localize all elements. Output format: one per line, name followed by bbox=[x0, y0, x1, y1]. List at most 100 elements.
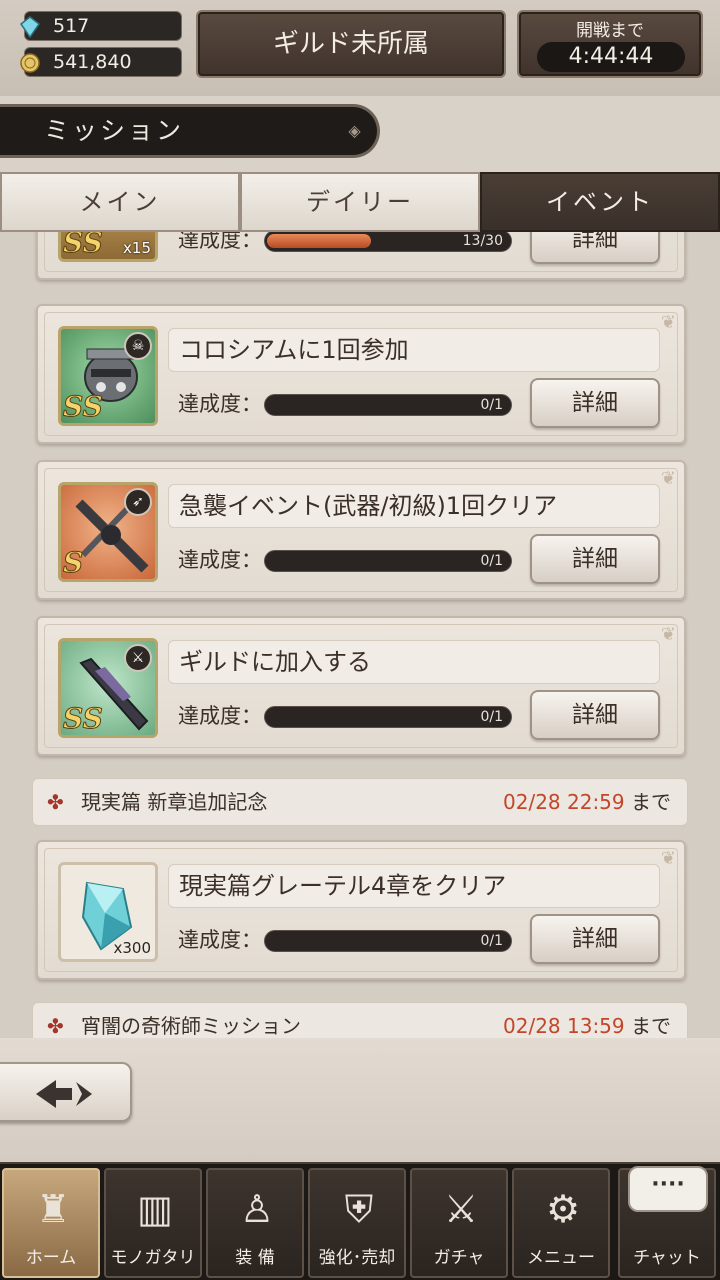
book-icon: ▥ bbox=[137, 1187, 173, 1231]
mission-title: コロシアムに1回参加 bbox=[168, 328, 660, 372]
timer-label: 開戦まで bbox=[576, 21, 644, 41]
mission-title: 現実篇グレーテル4章をクリア bbox=[168, 864, 660, 908]
event-name: 宵闇の奇術師ミッション bbox=[81, 1014, 301, 1038]
progress-bar: 0/1 bbox=[264, 930, 512, 952]
puppet-icon: ♙ bbox=[239, 1187, 275, 1231]
event-date: 02/28 13:59 bbox=[503, 1014, 625, 1038]
tab-event[interactable]: イベント bbox=[480, 172, 720, 232]
gem-icon bbox=[19, 16, 41, 38]
clover-icon: ✤ bbox=[47, 1014, 64, 1038]
tab-daily[interactable]: デイリー bbox=[240, 172, 480, 232]
chat-bubble-icon[interactable]: ···· bbox=[628, 1166, 708, 1212]
reward-thumbnail[interactable]: ⚔ SS bbox=[58, 638, 158, 738]
event-deadline: 02/28 22:59 まで bbox=[503, 779, 671, 825]
gem-count: 517 bbox=[53, 15, 90, 37]
page-title: ミッション bbox=[44, 116, 185, 145]
progress-label: 達成度： bbox=[178, 232, 262, 252]
nav-label: ホーム bbox=[25, 1248, 77, 1268]
clover-icon: ✤ bbox=[47, 790, 64, 814]
progress-bar: 13/30 bbox=[264, 232, 512, 252]
corner-ornament-icon: ❦ bbox=[660, 468, 676, 489]
progress-fill bbox=[267, 234, 372, 248]
sort-icon[interactable]: ◈ bbox=[343, 117, 369, 145]
detail-button[interactable]: 詳細 bbox=[530, 690, 660, 740]
nav-item-menu[interactable]: ⚙ メニュー bbox=[512, 1168, 610, 1278]
mission-title-bar: ミッション ◈ bbox=[0, 104, 380, 158]
progress-label: 達成度： bbox=[178, 928, 262, 952]
event-header: ✤ 宵闇の奇術師ミッション 02/28 13:59 まで bbox=[32, 1002, 688, 1038]
castle-icon: ♜ bbox=[35, 1187, 71, 1231]
rank-label: SS bbox=[63, 232, 104, 259]
nav-item-equip[interactable]: ♙ 装 備 bbox=[206, 1168, 304, 1278]
progress-label: 達成度： bbox=[178, 392, 262, 416]
progress-bar: 0/1 bbox=[264, 550, 512, 572]
nav-item-story[interactable]: ▥ モノガタリ bbox=[104, 1168, 202, 1278]
mission-card: SS x15 達成度： 13/30 詳細 bbox=[36, 232, 686, 280]
nav-label: モノガタリ bbox=[110, 1248, 196, 1268]
battle-timer: 開戦まで 4:44:44 bbox=[517, 10, 703, 78]
skull-icon: ☠ bbox=[124, 332, 152, 360]
corner-ornament-icon: ❦ bbox=[660, 312, 676, 333]
reward-quantity: x15 bbox=[123, 239, 151, 257]
coin-counter: 541,840 bbox=[20, 47, 182, 77]
progress-text: 0/1 bbox=[480, 709, 503, 725]
mission-card: ❦ ⚔ SS ギルドに加入する 達成度： 0/1 詳細 bbox=[36, 616, 686, 756]
progress-bar: 0/1 bbox=[264, 706, 512, 728]
nav-item-gacha[interactable]: ⚔ ガチャ bbox=[410, 1168, 508, 1278]
progress-text: 0/1 bbox=[480, 933, 503, 949]
reward-thumbnail[interactable]: SS x15 bbox=[58, 232, 158, 262]
mission-title: 急襲イベント(武器/初級)1回クリア bbox=[168, 484, 660, 528]
event-header: ✤ 現実篇 新章追加記念 02/28 22:59 まで bbox=[32, 778, 688, 826]
reward-thumbnail[interactable]: ☠ SS bbox=[58, 326, 158, 426]
rank-label: SS bbox=[63, 390, 104, 424]
crossed-swords-icon: ⚔ bbox=[443, 1187, 479, 1231]
progress-text: 0/1 bbox=[480, 553, 503, 569]
event-until: まで bbox=[631, 1014, 671, 1038]
reward-quantity: x300 bbox=[113, 939, 151, 957]
guild-button[interactable]: ギルド未所属 bbox=[196, 10, 506, 78]
gear-icon: ⚙ bbox=[545, 1187, 581, 1231]
detail-button[interactable]: 詳細 bbox=[530, 378, 660, 428]
progress-bar: 0/1 bbox=[264, 394, 512, 416]
mission-card: ❦ ☠ SS コロシアムに1回参加 達成度： 0/1 詳細 bbox=[36, 304, 686, 444]
progress-label: 達成度： bbox=[178, 704, 262, 728]
detail-button[interactable]: 詳細 bbox=[530, 232, 660, 264]
back-button[interactable] bbox=[0, 1062, 132, 1122]
coin-icon bbox=[20, 53, 40, 73]
gem-counter: 517 bbox=[19, 11, 182, 41]
sword-icon: ⚔ bbox=[124, 644, 152, 672]
reward-thumbnail[interactable]: x300 bbox=[58, 862, 158, 962]
nav-label: ガチャ bbox=[433, 1248, 485, 1268]
event-deadline: 02/28 13:59 まで bbox=[503, 1003, 671, 1038]
rank-label: S bbox=[62, 546, 84, 580]
rank-label: SS bbox=[63, 702, 104, 736]
progress-label: 達成度： bbox=[178, 548, 262, 572]
nav-item-home[interactable]: ♜ ホーム bbox=[2, 1168, 100, 1278]
timer-value: 4:44:44 bbox=[537, 42, 685, 72]
event-name: 現実篇 新章追加記念 bbox=[81, 790, 268, 814]
nav-item-upgrade[interactable]: ⛨ 強化･売却 bbox=[308, 1168, 406, 1278]
nav-label: チャット bbox=[633, 1248, 701, 1268]
nav-label: 強化･売却 bbox=[318, 1248, 396, 1268]
event-until: まで bbox=[631, 790, 671, 814]
corner-ornament-icon: ❦ bbox=[660, 848, 676, 869]
mission-card: ❦ ➶ S 急襲イベント(武器/初級)1回クリア 達成度： 0/1 詳細 bbox=[36, 460, 686, 600]
progress-text: 13/30 bbox=[462, 233, 503, 249]
helmet-icon: ⛨ bbox=[344, 1187, 374, 1231]
coin-count: 541,840 bbox=[53, 51, 132, 73]
detail-button[interactable]: 詳細 bbox=[530, 534, 660, 584]
nav-label: メニュー bbox=[527, 1248, 595, 1268]
detail-button[interactable]: 詳細 bbox=[530, 914, 660, 964]
reward-thumbnail[interactable]: ➶ S bbox=[58, 482, 158, 582]
mission-list[interactable]: SS x15 達成度： 13/30 詳細 ❦ ☠ SS コロシアムに1回参加 達… bbox=[0, 232, 720, 1038]
event-date: 02/28 22:59 bbox=[503, 790, 625, 814]
status-bar: 517 541,840 ギルド未所属 開戦まで 4:44:44 bbox=[0, 0, 720, 96]
tab-main[interactable]: メイン bbox=[0, 172, 240, 232]
back-arrow-icon bbox=[36, 1080, 92, 1108]
mission-card: ❦ x300 現実篇グレーテル4章をクリア 達成度： 0/1 詳細 bbox=[36, 840, 686, 980]
bottom-nav: ♜ ホーム ▥ モノガタリ ♙ 装 備 ⛨ 強化･売却 ⚔ ガチャ ⚙ メニュー… bbox=[0, 1162, 720, 1280]
progress-text: 0/1 bbox=[480, 397, 503, 413]
nav-label: 装 備 bbox=[235, 1248, 275, 1268]
mission-title: ギルドに加入する bbox=[168, 640, 660, 684]
bow-icon: ➶ bbox=[124, 488, 152, 516]
